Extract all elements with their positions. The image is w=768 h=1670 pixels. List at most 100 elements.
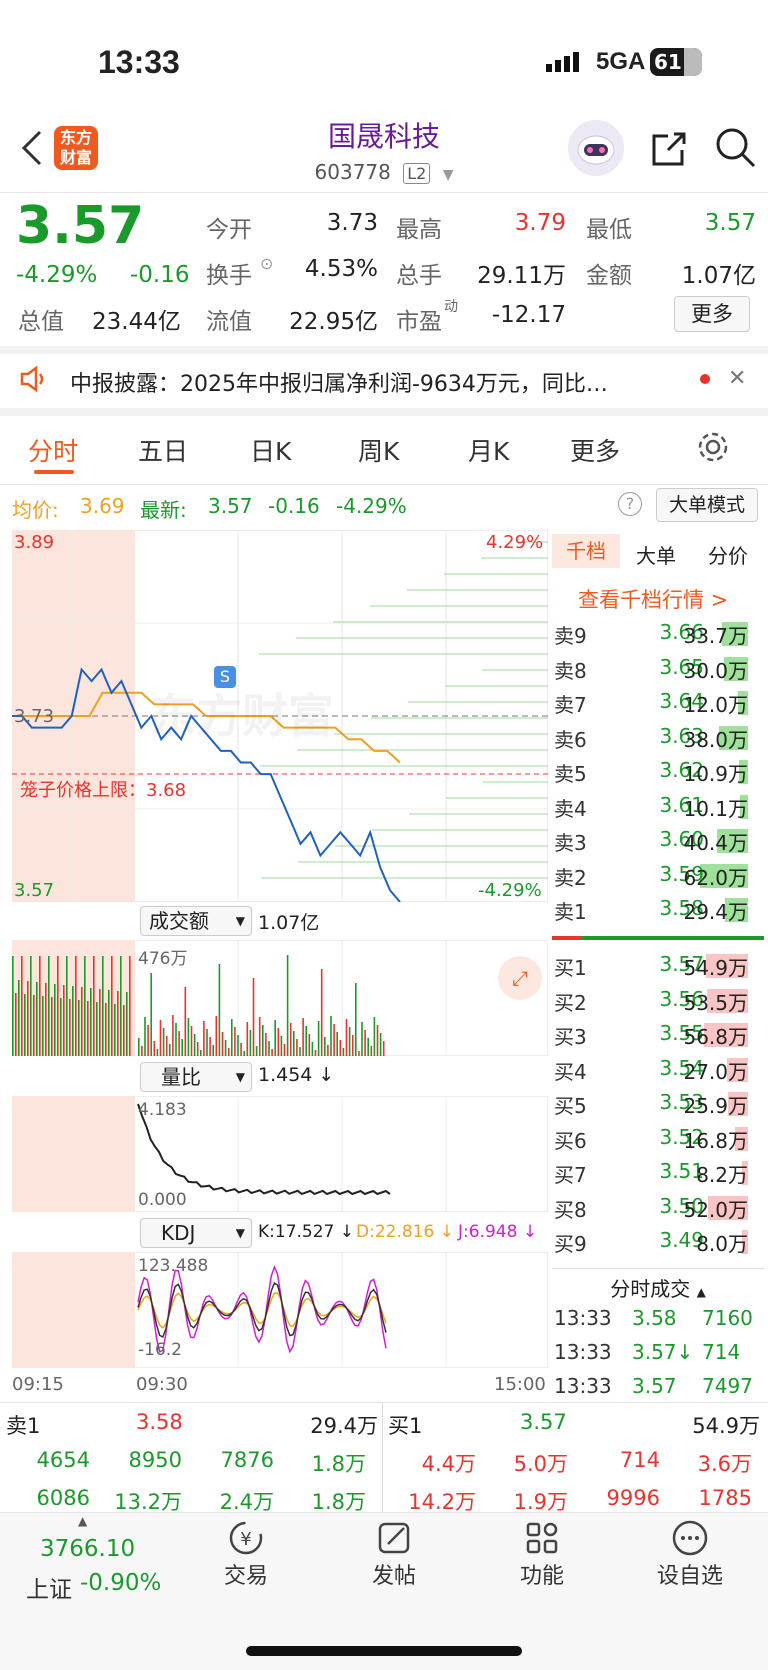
ratio-select-label: 量比 xyxy=(161,1065,201,1089)
volume-bar xyxy=(367,1038,369,1056)
info-icon[interactable]: ⊙ xyxy=(260,254,273,273)
tab-more[interactable]: 更多 xyxy=(570,432,620,468)
bid-row[interactable]: 买4 3.54 27.0万 xyxy=(552,1056,762,1086)
ask-row[interactable]: 卖4 3.61 10.1万 xyxy=(552,793,762,823)
bid-row[interactable]: 买3 3.55 56.8万 xyxy=(552,1021,762,1051)
signal-icon xyxy=(546,50,586,78)
network-label: 5GA xyxy=(596,48,646,75)
volume-bar xyxy=(57,956,59,1056)
volume-bar xyxy=(66,956,68,1056)
level-volume: 56.8万 xyxy=(683,1025,748,1049)
dock-trade[interactable]: ¥ 交易 xyxy=(186,1512,306,1590)
ask-row[interactable]: 卖3 3.60 40.4万 xyxy=(552,827,762,857)
volume-bar xyxy=(243,1051,245,1056)
ask-row[interactable]: 卖9 3.66 33.7万 xyxy=(552,620,762,650)
signal-s-icon[interactable]: S xyxy=(214,666,236,688)
search-icon[interactable] xyxy=(714,126,758,174)
dock-add-watchlist[interactable]: 设自选 xyxy=(630,1512,750,1590)
dock-function[interactable]: 功能 xyxy=(482,1512,602,1590)
notice-text[interactable]: 中报披露：2025年中报归属净利润-9634万元，同比… xyxy=(70,366,680,398)
bid-row[interactable]: 买9 3.49 8.0万 xyxy=(552,1228,762,1258)
level-volume: 27.0万 xyxy=(683,1059,748,1084)
volume-bar xyxy=(87,1001,89,1056)
orderbook-tab-bigorder[interactable]: 大单 xyxy=(636,540,676,569)
orderbook-tab-1000[interactable]: 千档 xyxy=(552,534,620,568)
volume-bar xyxy=(240,1043,242,1056)
kdj-chart[interactable] xyxy=(12,1252,548,1368)
ask-row[interactable]: 卖8 3.65 30.0万 xyxy=(552,655,762,685)
level-label: 卖6 xyxy=(554,727,587,752)
ask-row[interactable]: 卖2 3.59 62.0万 xyxy=(552,862,762,892)
volume-bar xyxy=(308,1034,311,1056)
volume-bar xyxy=(156,1049,159,1056)
volume-chart[interactable] xyxy=(12,940,548,1056)
volume-bar xyxy=(373,1017,376,1056)
close-icon[interactable]: ✕ xyxy=(728,366,746,391)
kdj-select-label: KDJ xyxy=(161,1221,196,1245)
volume-ratio-chart[interactable] xyxy=(12,1096,548,1212)
level-volume: 25.9万 xyxy=(683,1094,748,1118)
ratio-indicator-select[interactable]: 量比 ▼ xyxy=(140,1062,252,1092)
tick-vol: 7497 xyxy=(702,1374,753,1398)
dock-post[interactable]: 发帖 xyxy=(334,1512,454,1590)
more-button[interactable]: 更多 xyxy=(674,296,750,332)
ask-row[interactable]: 卖6 3.63 38.0万 xyxy=(552,724,762,754)
expand-icon[interactable]: ⤢ xyxy=(498,956,542,1000)
ask-row[interactable]: 卖7 3.64 12.0万 xyxy=(552,689,762,719)
open-value: 3.73 xyxy=(326,210,378,236)
volume-value: 29.11万 xyxy=(477,263,566,289)
index-value[interactable]: 3766.10 xyxy=(40,1536,135,1562)
bid-row[interactable]: 买7 3.51 8.2万 xyxy=(552,1159,762,1189)
tab-intraday[interactable]: 分时 xyxy=(28,432,78,468)
help-icon[interactable]: ? xyxy=(618,492,642,516)
volume-bar xyxy=(311,1042,314,1056)
bid-row[interactable]: 买2 3.56 53.5万 xyxy=(552,987,762,1017)
tab-daily-k[interactable]: 日K xyxy=(250,432,291,468)
bid-row[interactable]: 买6 3.52 16.8万 xyxy=(552,1125,762,1155)
level-label: 卖9 xyxy=(554,624,587,648)
bid-row[interactable]: 买8 3.50 52.0万 xyxy=(552,1194,762,1224)
mid-price-label: 3.73 xyxy=(14,706,55,727)
volume-bar xyxy=(15,993,17,1056)
dropdown-arrow-icon: ▼ xyxy=(235,1070,245,1084)
queue-cell: 5.0万 xyxy=(513,1452,568,1476)
ticks-title-text: 分时成交 xyxy=(610,1277,691,1301)
level-label: 买5 xyxy=(554,1094,587,1118)
ask-row[interactable]: 卖1 3.58 29.4万 xyxy=(552,896,762,926)
kdj-indicator-select[interactable]: KDJ ▼ xyxy=(140,1218,252,1248)
big-order-mode-button[interactable]: 大单模式 xyxy=(656,488,758,522)
tab-weekly-k[interactable]: 周K xyxy=(358,432,399,468)
volume-bar xyxy=(252,978,255,1056)
share-icon[interactable] xyxy=(648,128,690,174)
queue-ask-vol: 29.4万 xyxy=(310,1414,378,1438)
caret-up-icon: ▲ xyxy=(78,1514,88,1528)
volume-bar xyxy=(305,1026,307,1056)
bid-row[interactable]: 买5 3.53 25.9万 xyxy=(552,1090,762,1120)
volume-bar xyxy=(227,1048,230,1056)
tick-row: 13:33 3.57↓ 714 xyxy=(552,1340,762,1370)
volume-bar xyxy=(299,1047,301,1056)
tab-active-underline xyxy=(34,470,74,474)
level-volume: 10.9万 xyxy=(683,762,748,786)
mktcap-label: 总值 xyxy=(18,309,64,335)
level-label: 买7 xyxy=(554,1163,587,1187)
view-1000-levels-link[interactable]: 查看千档行情 > xyxy=(578,584,728,614)
volume-bar xyxy=(237,1035,239,1056)
tab-5day[interactable]: 五日 xyxy=(138,432,188,468)
volume-bar xyxy=(209,1037,211,1056)
pe-value: -12.17 xyxy=(491,302,566,328)
bid-row[interactable]: 买1 3.57 54.9万 xyxy=(552,952,762,982)
dropdown-arrow-icon: ▼ xyxy=(235,1226,245,1240)
tab-monthly-k[interactable]: 月K xyxy=(468,432,509,468)
settings-gear-icon[interactable] xyxy=(696,430,730,468)
status-time: 13:33 xyxy=(98,44,180,80)
orderbook-tab-price[interactable]: 分价 xyxy=(708,540,748,569)
index-name: 上证 xyxy=(26,1577,72,1603)
volume-bar xyxy=(314,1050,317,1056)
volume-indicator-select[interactable]: 成交额 ▼ xyxy=(140,906,252,936)
tick-price: 3.57↓ xyxy=(632,1340,694,1364)
robot-assistant-icon[interactable] xyxy=(568,120,624,176)
ask-row[interactable]: 卖5 3.62 10.9万 xyxy=(552,758,762,788)
ticks-title[interactable]: 分时成交 ▲ xyxy=(552,1268,764,1302)
turnover-label: 换手 xyxy=(206,263,252,289)
